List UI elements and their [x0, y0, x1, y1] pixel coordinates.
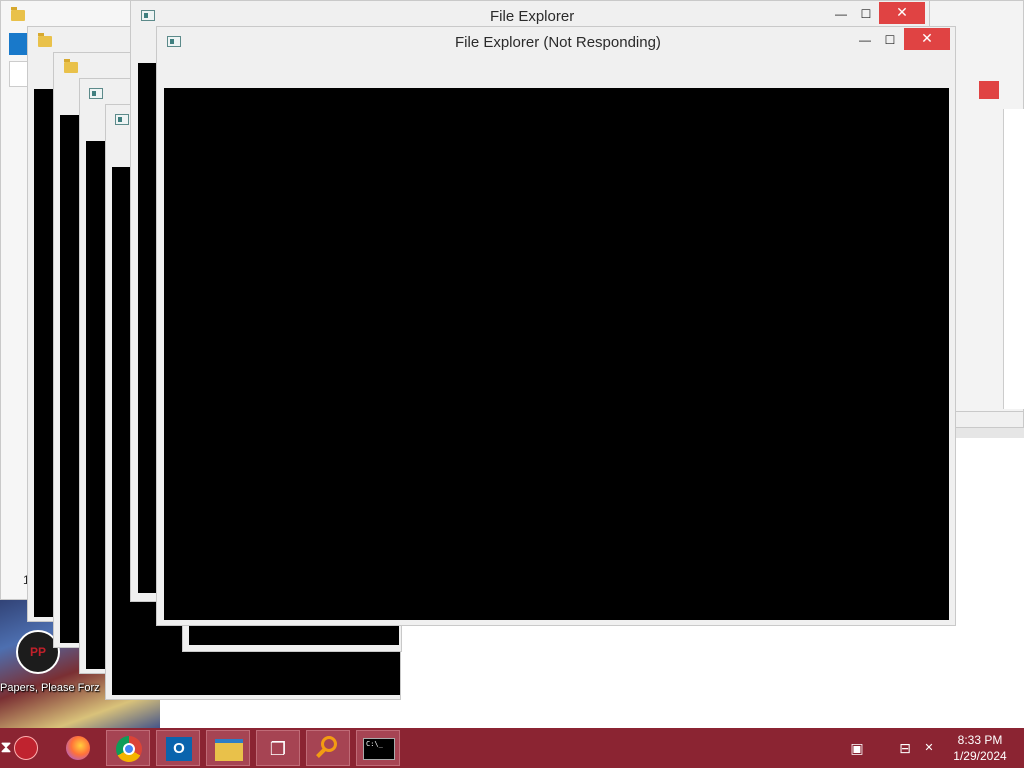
- folder-icon: [38, 33, 52, 47]
- window-title: File Explorer: [490, 8, 575, 25]
- firefox-icon: [66, 736, 90, 760]
- command-prompt-icon: C:\_: [363, 738, 395, 760]
- minimize-button[interactable]: —: [828, 4, 854, 26]
- close-button[interactable]: ✕: [879, 2, 925, 24]
- volume-muted-icon[interactable]: ✕: [918, 728, 940, 768]
- app-icon: [141, 10, 155, 21]
- folder-icon: [64, 59, 78, 73]
- taskbar-firefox[interactable]: [56, 730, 100, 766]
- app-icon: [167, 36, 181, 47]
- minimize-button[interactable]: —: [852, 30, 878, 52]
- ribbon-tab-file[interactable]: [9, 33, 27, 55]
- taskbar-outlook[interactable]: O: [156, 730, 200, 766]
- window-ribbon: [1003, 109, 1024, 409]
- task-view-icon: ❐: [269, 739, 287, 759]
- file-explorer-window-not-responding[interactable]: File Explorer (Not Responding) — ☐ ✕: [156, 26, 956, 626]
- taskbar-clock[interactable]: 8:33 PM 1/29/2024: [940, 732, 1020, 764]
- start-button[interactable]: [8, 730, 44, 766]
- file-explorer-icon: [215, 739, 243, 761]
- maximize-button[interactable]: ☐: [877, 30, 903, 52]
- app-icon: [89, 88, 103, 99]
- network-icon[interactable]: ⊟: [894, 728, 916, 768]
- title-bar[interactable]: File Explorer (Not Responding) — ☐ ✕: [157, 27, 955, 57]
- clock-date: 1/29/2024: [953, 749, 1007, 763]
- desktop-shortcut-label: Papers, Please Forz: [0, 682, 100, 694]
- outlook-icon: O: [166, 737, 192, 761]
- action-center-icon[interactable]: ▣: [846, 728, 868, 768]
- window-title: File Explorer (Not Responding): [455, 34, 661, 51]
- taskbar-file-explorer[interactable]: [206, 730, 250, 766]
- app-icon: [115, 114, 129, 125]
- close-button[interactable]: [979, 81, 999, 99]
- taskbar-search[interactable]: [306, 730, 350, 766]
- taskbar-chrome[interactable]: [106, 730, 150, 766]
- window-content: [164, 88, 949, 620]
- taskbar-task-view[interactable]: ❐: [256, 730, 300, 766]
- folder-icon: [11, 7, 25, 21]
- taskbar-command-prompt[interactable]: C:\_: [356, 730, 400, 766]
- clock-time: 8:33 PM: [957, 733, 1003, 747]
- taskbar: ⧗ O ❐ C:\_ ▣ ⊟ ✕ 8:33 PM 1/29/2024: [0, 728, 1024, 768]
- maximize-button[interactable]: ☐: [853, 4, 879, 26]
- close-button[interactable]: ✕: [904, 28, 950, 50]
- start-orb-icon: [14, 736, 38, 760]
- chrome-icon: [116, 736, 142, 762]
